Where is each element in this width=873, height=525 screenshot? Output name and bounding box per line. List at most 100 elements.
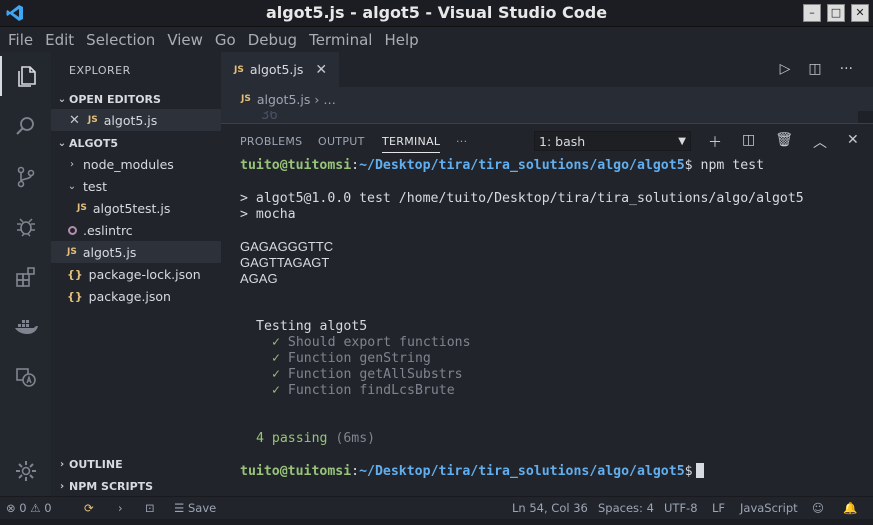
split-editor-icon[interactable]: ◫ xyxy=(808,61,821,77)
bell-icon[interactable]: 🔔 xyxy=(843,501,857,515)
terminal-select-value: 1: bash xyxy=(539,134,586,149)
error-icon: ⊗ xyxy=(6,501,16,515)
test-name: Function genString xyxy=(287,351,431,366)
tree-item-label: test xyxy=(83,178,108,194)
remote-activity[interactable] xyxy=(0,357,51,397)
warning-icon: ⚠ xyxy=(30,501,41,515)
open-editors-label: OPEN EDITORS xyxy=(69,92,161,106)
feedback-icon[interactable]: ☺ xyxy=(812,501,824,515)
cursor-position[interactable]: Ln 54, Col 36 xyxy=(512,501,588,515)
npm-scripts-section[interactable]: › NPM SCRIPTS xyxy=(51,475,221,497)
breadcrumb-more[interactable]: … xyxy=(323,92,336,107)
docker-activity[interactable] xyxy=(0,307,51,347)
chevron-down-icon: ▼ xyxy=(678,136,686,147)
terminal-panel: PROBLEMS OUTPUT TERMINAL ··· 1: bash ▼ ＋… xyxy=(221,123,873,497)
terminal-line: > mocha xyxy=(240,207,296,222)
save-status[interactable]: ☰ Save xyxy=(174,501,216,515)
passing-time: (6ms) xyxy=(327,431,376,446)
open-editor-item[interactable]: ✕ JS algot5.js xyxy=(51,109,221,131)
menu-go[interactable]: Go xyxy=(209,31,242,49)
chevron-right-icon: › xyxy=(70,158,74,170)
tree-item-label: algot5test.js xyxy=(92,200,171,216)
menu-file[interactable]: File xyxy=(2,31,39,49)
prompt-path: ~/Desktop/tira/tira_solutions/algo/algot… xyxy=(359,464,685,479)
check-icon: ✓ xyxy=(272,367,280,382)
explorer-activity[interactable] xyxy=(0,56,51,96)
minimize-icon[interactable]: – xyxy=(803,4,821,22)
terminal-icon[interactable]: ⊡ xyxy=(145,501,155,515)
tree-item-algot5[interactable]: JS algot5.js xyxy=(51,241,221,263)
line-number: 36 xyxy=(261,111,278,123)
maximize-icon[interactable]: □ xyxy=(827,4,845,22)
eslint-icon xyxy=(68,225,77,235)
open-editors-section[interactable]: ⌄ OPEN EDITORS xyxy=(51,88,221,110)
js-file-icon: JS xyxy=(234,64,244,75)
split-terminal-icon[interactable]: ◫ xyxy=(742,132,755,152)
tree-item-algot5test[interactable]: JS algot5test.js xyxy=(51,197,221,219)
close-icon[interactable]: ✕ xyxy=(851,4,869,22)
menu-selection[interactable]: Selection xyxy=(80,31,161,49)
menu-help[interactable]: Help xyxy=(378,31,424,49)
test-name: Function getAllSubstrs xyxy=(287,367,463,382)
prompt-user: tuito@tuitomsi xyxy=(240,464,352,479)
search-activity[interactable] xyxy=(0,106,51,146)
trash-icon[interactable]: 🗑 xyxy=(775,132,793,152)
project-section[interactable]: ⌄ ALGOT5 xyxy=(51,132,221,154)
indentation[interactable]: Spaces: 4 xyxy=(598,501,654,515)
gear-icon xyxy=(15,461,36,481)
source-control-icon xyxy=(17,166,34,188)
menu-terminal[interactable]: Terminal xyxy=(303,31,378,49)
tree-item-package-lock[interactable]: {} package-lock.json xyxy=(51,263,221,285)
problems-status[interactable]: ⊗ 0 ⚠ 0 xyxy=(6,501,52,515)
source-control-activity[interactable] xyxy=(0,157,51,197)
maximize-panel-icon[interactable]: ︿ xyxy=(813,132,827,152)
status-bar: ⊗ 0 ⚠ 0 ⟳ › ⊡ ☰ Save Ln 54, Col 36 Space… xyxy=(0,496,873,520)
menu-debug[interactable]: Debug xyxy=(242,31,303,49)
test-result: ✓ Function genString xyxy=(272,351,431,367)
tree-item-label: package.json xyxy=(88,288,171,304)
test-suite-title: Testing algot5 xyxy=(256,319,368,334)
tab-output[interactable]: OUTPUT xyxy=(318,135,365,148)
editor-gutter: 36 xyxy=(221,111,858,123)
terminal-line: GAGAGGGTTC xyxy=(240,239,334,254)
tab-label: algot5.js xyxy=(249,62,304,77)
menu-view[interactable]: View xyxy=(161,31,209,49)
chevron-right-icon: › xyxy=(59,458,65,470)
close-icon[interactable]: ✕ xyxy=(69,113,80,128)
tab-terminal[interactable]: TERMINAL xyxy=(382,135,441,153)
tree-item-node-modules[interactable]: › node_modules xyxy=(51,153,221,175)
menu-edit[interactable]: Edit xyxy=(39,31,80,49)
extensions-activity[interactable] xyxy=(0,257,51,297)
tree-item-test[interactable]: ⌄ test xyxy=(51,175,221,197)
close-icon[interactable]: ✕ xyxy=(315,62,327,78)
list-icon: ☰ xyxy=(174,501,185,515)
sync-icon[interactable]: ⟳ xyxy=(84,501,94,515)
terminal-line: AGAG xyxy=(240,271,278,286)
window-title: algot5.js - algot5 - Visual Studio Code xyxy=(265,3,608,22)
activity-bar xyxy=(0,52,51,496)
debug-activity[interactable] xyxy=(0,207,51,247)
tree-item-eslintrc[interactable]: .eslintrc xyxy=(51,219,221,241)
more-actions-icon[interactable]: ··· xyxy=(840,61,853,77)
prompt-separator: : xyxy=(351,158,360,173)
translate-icon xyxy=(15,368,36,387)
outline-section[interactable]: › OUTLINE xyxy=(51,453,221,475)
tab-problems[interactable]: PROBLEMS xyxy=(240,135,302,148)
chevron-right-icon[interactable]: › xyxy=(118,501,123,515)
panel-more-icon[interactable]: ··· xyxy=(456,135,467,148)
settings-activity[interactable] xyxy=(0,451,51,491)
close-panel-icon[interactable]: ✕ xyxy=(847,132,859,152)
language-mode[interactable]: JavaScript xyxy=(740,501,798,515)
end-of-line[interactable]: LF xyxy=(712,501,725,515)
new-terminal-icon[interactable]: ＋ xyxy=(708,132,722,152)
tree-item-package[interactable]: {} package.json xyxy=(51,285,221,307)
check-icon: ✓ xyxy=(272,335,280,350)
outline-label: OUTLINE xyxy=(69,457,123,471)
test-name: Function findLcsBrute xyxy=(287,383,455,398)
save-label: Save xyxy=(187,501,217,515)
tab-algot5[interactable]: JS algot5.js ✕ xyxy=(221,52,339,87)
terminal-select[interactable]: 1: bash ▼ xyxy=(534,131,691,151)
breadcrumb-file[interactable]: algot5.js xyxy=(257,92,311,107)
run-icon[interactable]: ▷ xyxy=(780,61,791,77)
encoding[interactable]: UTF-8 xyxy=(664,501,698,515)
